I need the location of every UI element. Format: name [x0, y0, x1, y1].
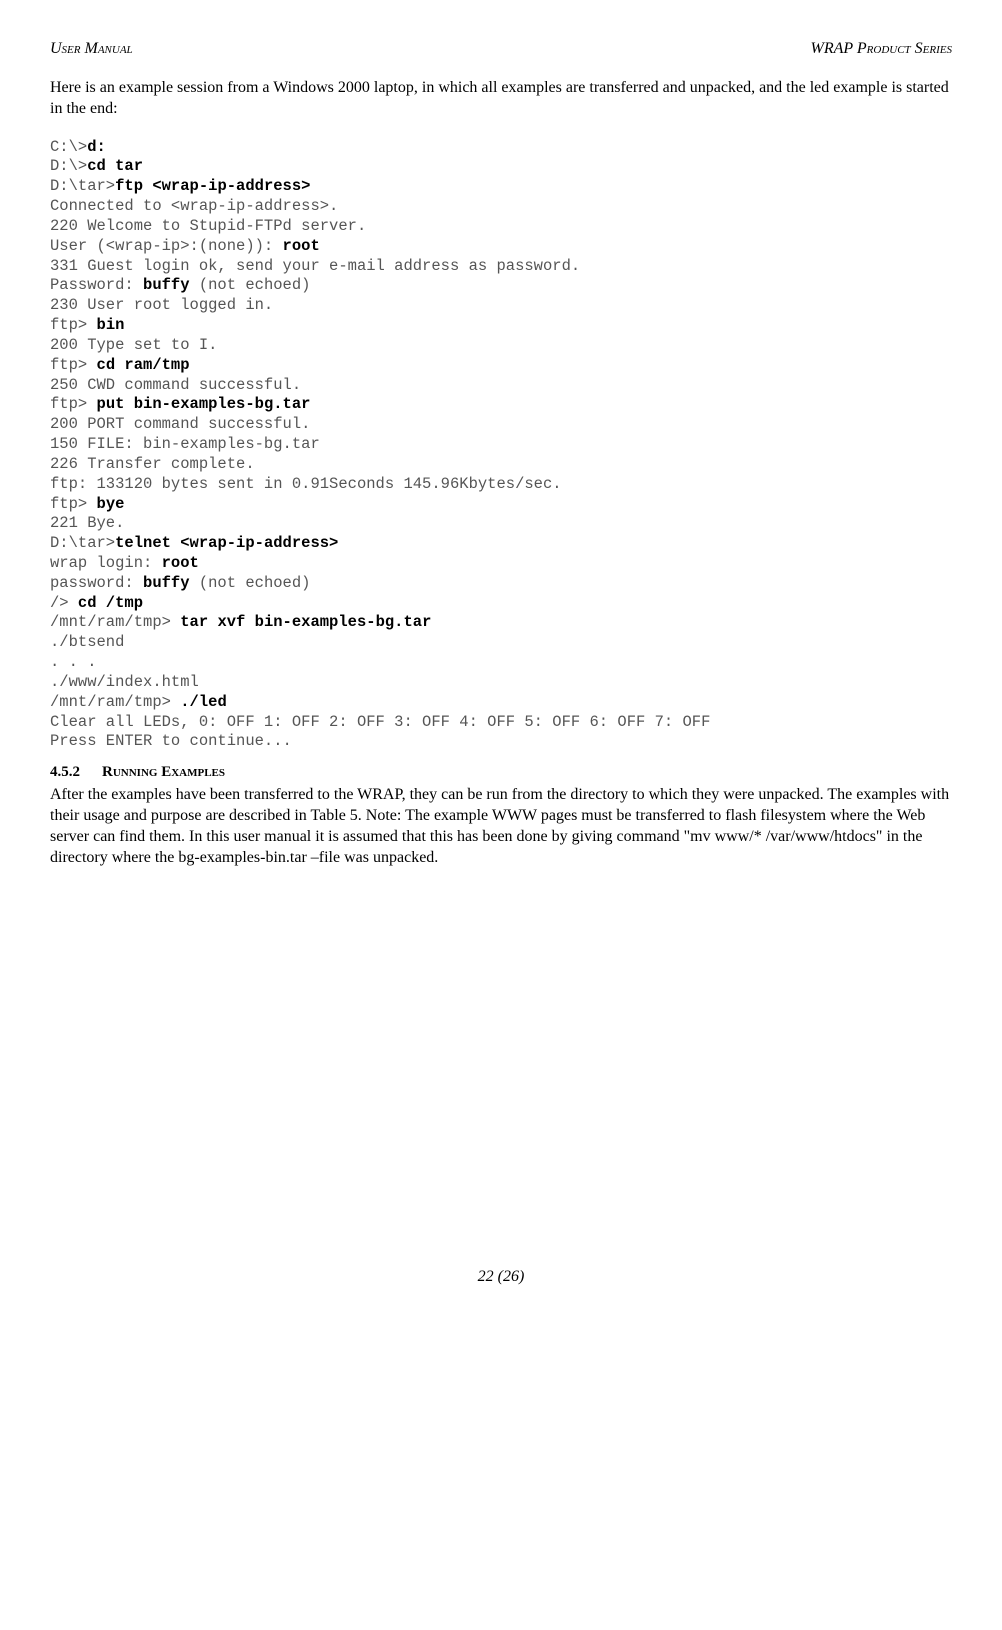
section-body: After the examples have been transferred…	[50, 785, 952, 868]
page-header: User Manual WRAP Product Series	[50, 40, 952, 58]
section-heading: 4.5.2 Running Examples	[50, 764, 952, 781]
page-footer: 22 (26)	[50, 1268, 952, 1286]
section-title: Running Examples	[102, 764, 225, 780]
header-right: WRAP Product Series	[811, 40, 952, 58]
section-number: 4.5.2	[50, 764, 80, 780]
header-left: User Manual	[50, 40, 133, 58]
terminal-session: C:\>d: D:\>cd tar D:\tar>ftp <wrap-ip-ad…	[50, 138, 952, 753]
intro-paragraph: Here is an example session from a Window…	[50, 78, 952, 120]
